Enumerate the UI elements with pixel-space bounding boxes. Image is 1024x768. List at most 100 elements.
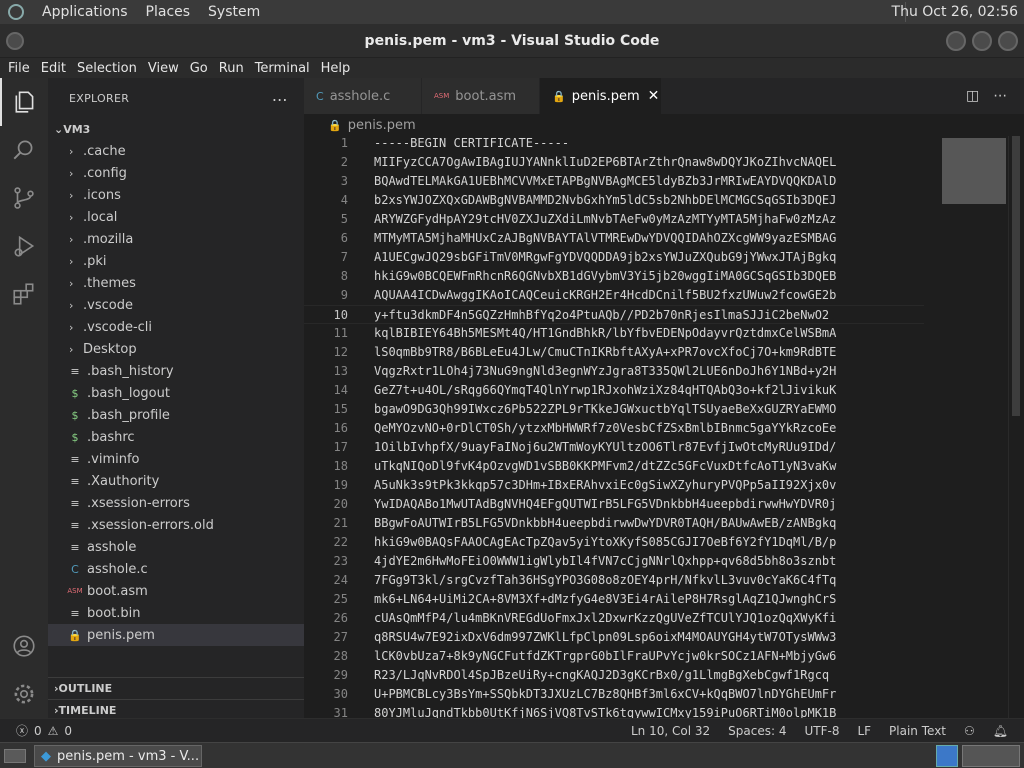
folder-item[interactable]: › Desktop [48,338,304,360]
file-item[interactable]: ≡ .xsession-errors [48,492,304,514]
taskbar-window-button[interactable]: ◆ penis.pem - vm3 - V... [34,745,202,767]
explorer-icon[interactable] [0,78,48,126]
menu-file[interactable]: File [8,61,30,76]
language-mode[interactable]: Plain Text [889,724,946,738]
code-line[interactable]: 20 YwIDAQABo1MwUTAdBgNVHQ4EFgQUTWIrB5LFG5… [304,495,924,514]
source-control-icon[interactable] [0,174,48,222]
code-line[interactable]: 5 ARYWZGFydHpAY29tcHV0ZXJuZXdiLmNvbTAeFw0… [304,210,924,229]
file-item[interactable]: ≡ .Xauthority [48,470,304,492]
split-editor-icon[interactable]: ◫ [966,88,979,104]
close-window-button[interactable] [998,31,1018,51]
folder-item[interactable]: › .cache [48,140,304,162]
problems-indicator[interactable]: ⓧ 0 ⚠ 0 [16,722,72,739]
file-item[interactable]: 🔒 penis.pem [48,624,304,646]
code-line[interactable]: 21 BBgwFoAUTWIrB5LFG5VDnkbbH4ueepbdirwwDw… [304,514,924,533]
code-line[interactable]: 3 BQAwdTELMAkGA1UEBhMCVVMxETAPBgNVBAgMCE5… [304,172,924,191]
window-titlebar[interactable]: penis.pem - vm3 - Visual Studio Code [0,24,1024,58]
folder-item[interactable]: › .mozilla [48,228,304,250]
clock[interactable]: Thu Oct 26, 02:56 [892,4,1018,20]
code-line[interactable]: 30 U+PBMCBLcy3BsYm+SSQbkDT3JXUzLC7Bz8QHBf… [304,685,924,704]
notifications-bell-icon[interactable]: 🔔︎ [993,724,1008,738]
workspace-root[interactable]: ⌄ VM3 [48,118,304,140]
code-line[interactable]: 26 cUAsQmMfP4/lu4mBKnVREGdUoFmxJxl2DxwrKz… [304,609,924,628]
code-line[interactable]: 11 kqlBIBIEY64Bh5MESMt4Q/HT1GndBhkR/lbYfb… [304,324,924,343]
menu-help[interactable]: Help [321,61,351,76]
more-actions-icon[interactable]: ⋯ [272,90,288,109]
menu-view[interactable]: View [148,61,179,76]
maximize-button[interactable] [972,31,992,51]
code-line[interactable]: 29 R23/LJqNvRDOl4SpJBzeUiRy+cngKAQJ2D3gKC… [304,666,924,685]
code-line[interactable]: 1 -----BEGIN CERTIFICATE----- [304,136,924,153]
file-item[interactable]: $ .bash_logout [48,382,304,404]
file-item[interactable]: ≡ asshole [48,536,304,558]
menu-run[interactable]: Run [219,61,244,76]
file-item[interactable]: ASM boot.asm [48,580,304,602]
file-item[interactable]: $ .bash_profile [48,404,304,426]
code-line[interactable]: 6 MTMyMTA5MjhaMHUxCzAJBgNVBAYTAlVTMREwDwY… [304,229,924,248]
folder-item[interactable]: › .pki [48,250,304,272]
minimize-button[interactable] [946,31,966,51]
code-line[interactable]: 2 MIIFyzCCA7OgAwIBAgIUJYANnklIuD2EP6BTArZ… [304,153,924,172]
close-tab-icon[interactable]: ✕ [648,88,660,104]
cursor-position[interactable]: Ln 10, Col 32 [631,724,710,738]
code-line[interactable]: 14 GeZ7t+u4OL/sRqg66QYmqT4QlnYrwp1RJxohWz… [304,381,924,400]
scrollbar-thumb[interactable] [1012,136,1020,416]
distro-logo-icon[interactable] [8,4,24,20]
more-editor-actions-icon[interactable]: ⋯ [993,88,1007,104]
code-line[interactable]: 18 uTkqNIQoDl9fvK4pOzvgWD1vSBB0KKPMFvm2/d… [304,457,924,476]
tab-3[interactable]: 🔒 penis.pem ✕ [540,78,662,114]
code-line[interactable]: 9 AQUAA4ICDwAwggIKAoICAQCeuicKRGH2Er4HcdD… [304,286,924,305]
menu-selection[interactable]: Selection [77,61,137,76]
folder-item[interactable]: › .vscode [48,294,304,316]
window-menu-button[interactable] [6,32,24,50]
menu-go[interactable]: Go [190,61,208,76]
code-line[interactable]: 17 1OilbIvhpfX/9uayFaINoj6u2WTmWoyKYUltzO… [304,438,924,457]
folder-item[interactable]: › .local [48,206,304,228]
account-icon[interactable] [0,622,48,670]
file-item[interactable]: ≡ boot.bin [48,602,304,624]
menu-terminal[interactable]: Terminal [255,61,310,76]
code-line[interactable]: 31 80YJMluJqndTkbb0UtKfjN6SjVQ8TvSTk6tqyw… [304,704,924,718]
file-item[interactable]: Casshole.c [48,558,304,580]
folder-item[interactable]: › .icons [48,184,304,206]
folder-item[interactable]: › .vscode-cli [48,316,304,338]
code-line[interactable]: 23 4jdYE2m6HwMoFEiO0WWW1igWlybIl4fVN7cCjg… [304,552,924,571]
file-item[interactable]: ≡ .viminfo [48,448,304,470]
code-editor[interactable]: 1 -----BEGIN CERTIFICATE----- 2 MIIFyzCCA7O… [304,136,1012,718]
outline-panel-header[interactable]: › OUTLINE [48,677,304,699]
system-menu-item[interactable]: System [208,4,260,20]
tab-1[interactable]: Casshole.c [304,78,422,114]
workspace-switcher-2[interactable] [962,745,1020,767]
end-of-line[interactable]: LF [857,724,871,738]
folder-item[interactable]: › .config [48,162,304,184]
code-line[interactable]: 25 mk6+LN64+UiMi2CA+8VM3Xf+dMzfyG4e8V3Ei4… [304,590,924,609]
search-icon[interactable] [0,126,48,174]
tab-2[interactable]: ASM boot.asm [422,78,540,114]
file-item[interactable]: ≡ .xsession-errors.old [48,514,304,536]
applications-menu[interactable]: Applications [42,4,128,20]
file-item[interactable]: $ .bashrc [48,426,304,448]
menu-edit[interactable]: Edit [41,61,66,76]
places-menu[interactable]: Places [146,4,191,20]
code-line[interactable]: 15 bgawO9DG3Qh99IWxcz6Pb522ZPL9rTKkeJGWxu… [304,400,924,419]
code-line[interactable]: 4 b2xsYWJOZXQxGDAWBgNVBAMMD2NvbGxhYm5ldC5… [304,191,924,210]
breadcrumb[interactable]: 🔒 penis.pem [304,114,1024,136]
indentation[interactable]: Spaces: 4 [728,724,786,738]
code-line[interactable]: 16 QeMYOzvNO+0rDlCT0Sh/ytzxMbHWWRf7z0Vesb… [304,419,924,438]
code-line[interactable]: 12 lS0qmBb9TR8/B6BLeEu4JLw/CmuCTnIKRbftAX… [304,343,924,362]
code-line[interactable]: 22 hkiG9w0BAQsFAAOCAgEAcTpZQav5yiYtoXKyfS… [304,533,924,552]
minimap[interactable] [942,138,1006,204]
code-line[interactable]: 8 hkiG9w0BCQEWFmRhcnR6QGNvbXB1dGVybmV3Yi5… [304,267,924,286]
feedback-icon[interactable]: ⚇ [964,724,975,738]
settings-gear-icon[interactable] [0,670,48,718]
code-line[interactable]: 19 A5uNk3s9tPk3kkqp57c3DHm+IBxERAhvxiEc0g… [304,476,924,495]
extensions-icon[interactable] [0,270,48,318]
folder-item[interactable]: › .themes [48,272,304,294]
code-line[interactable]: 28 lCK0vbUza7+8k9yNGCFutfdZKTrgprG0bIlFra… [304,647,924,666]
code-line[interactable]: 13 VqgzRxtr1LOh4j73NuG9ngNld3egnWYzJgra8T… [304,362,924,381]
run-debug-icon[interactable] [0,222,48,270]
code-line[interactable]: 27 q8RSU4w7E92ixDxV6dm997ZWKlLfpClpn09Lsp… [304,628,924,647]
file-item[interactable]: ≡ .bash_history [48,360,304,382]
code-line[interactable]: 24 7FGg9T3kl/srgCvzfTah36HSgYPO3G08o8zOEY… [304,571,924,590]
workspace-switcher-1[interactable] [936,745,958,767]
